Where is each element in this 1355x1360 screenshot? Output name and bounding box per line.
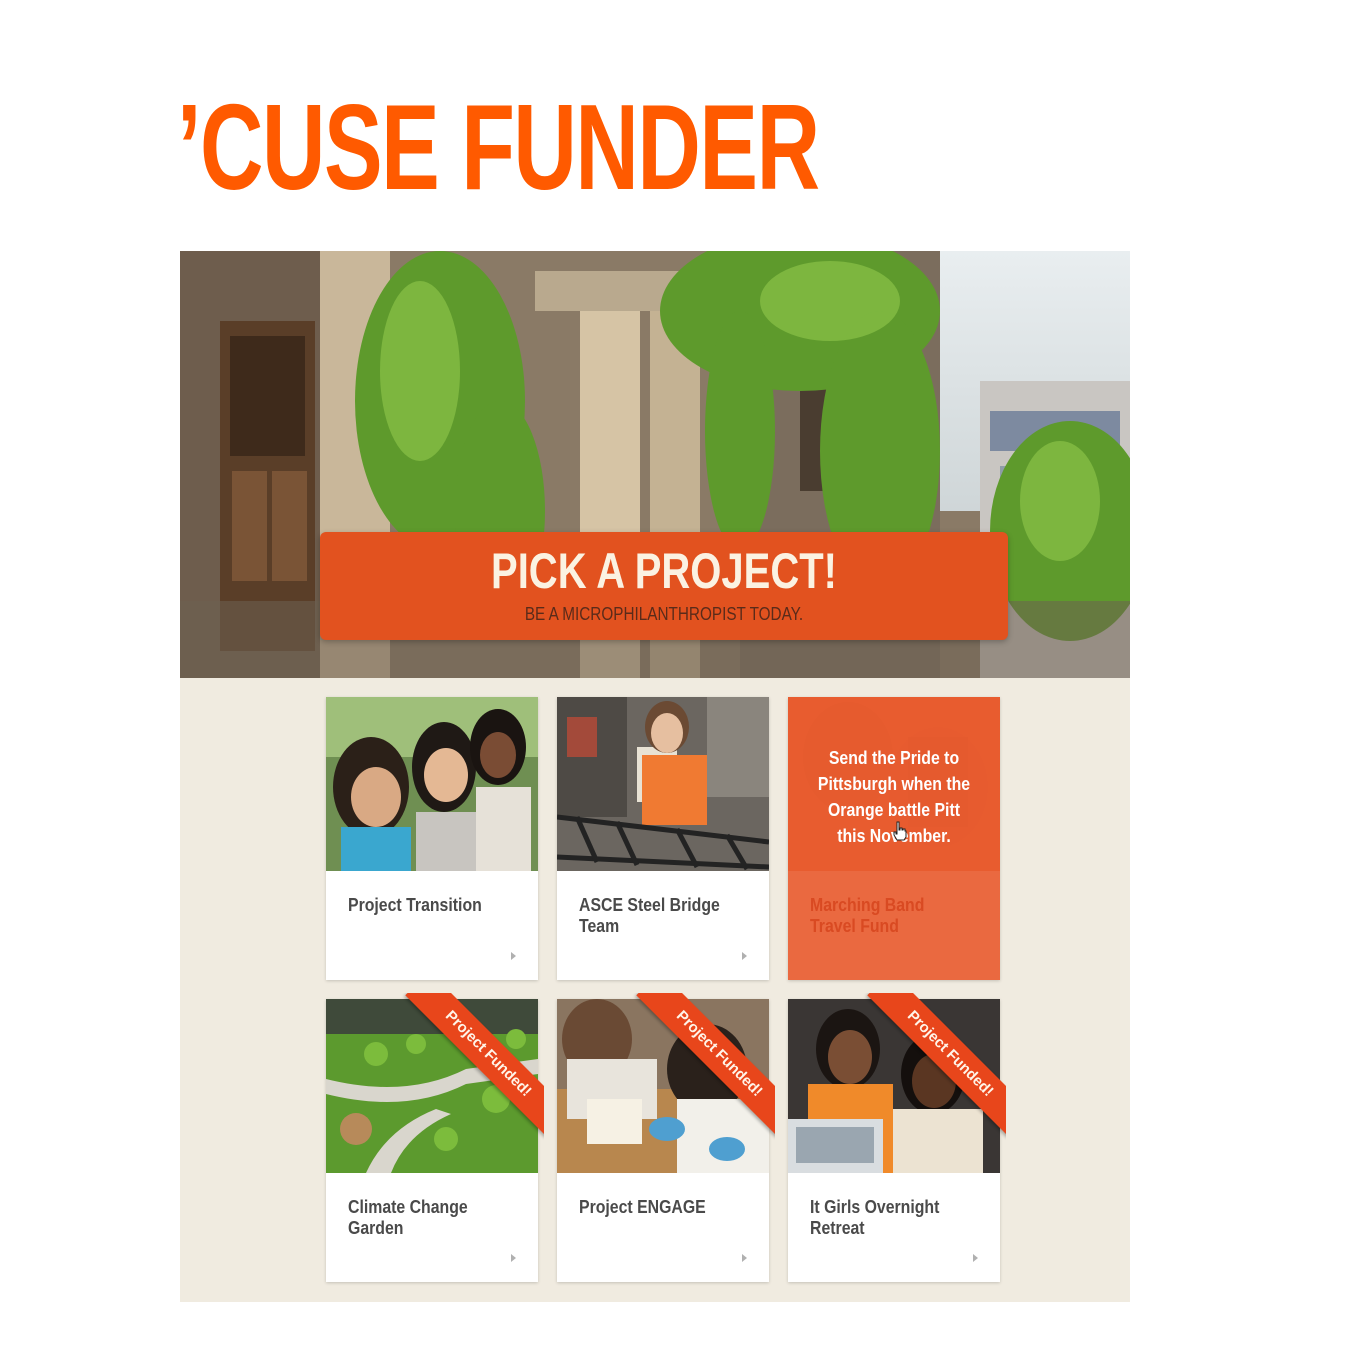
projects-section: PICK A PROJECT! BE A MICROPHILANTHROPIST… [180,251,1130,1302]
chevron-right-icon[interactable] [511,1254,516,1262]
project-card-project-engage[interactable]: Project Funded! Project ENGAGE [557,993,775,1282]
project-title: Marching Band Travel Fund [810,895,925,936]
banner-headline: PICK A PROJECT! [491,543,837,599]
campus-garden-photo [326,999,538,1173]
students-smiling-photo [326,697,538,871]
site-title: ’CUSE FUNDER [177,79,820,215]
project-title: It Girls Overnight Retreat [810,1197,940,1238]
chevron-right-icon[interactable] [973,1254,978,1262]
project-title: Project ENGAGE [579,1197,706,1217]
project-title: Climate Change Garden [348,1197,468,1238]
project-card-it-girls-retreat[interactable]: Project Funded! It Girls Overnight Retre… [788,993,1006,1282]
project-title: ASCE Steel Bridge Team [579,895,720,936]
project-hover-overlay[interactable]: Send the Pride to Pittsburgh when the Or… [788,697,1000,980]
project-card-asce-steel-bridge[interactable]: ASCE Steel Bridge Team [557,697,769,980]
pick-a-project-banner: PICK A PROJECT! BE A MICROPHILANTHROPIST… [320,532,1008,640]
project-card-marching-band[interactable]: Send the Pride to Pittsburgh when the Or… [788,697,1000,980]
banner-subheadline: BE A MICROPHILANTHROPIST TODAY. [524,604,804,624]
chevron-right-icon[interactable] [742,1254,747,1262]
computer-lab-photo [788,999,1000,1173]
hand-pointer-icon [893,821,907,846]
project-card-project-transition[interactable]: Project Transition [326,697,538,980]
project-title: Project Transition [348,895,482,915]
chevron-right-icon[interactable] [742,952,747,960]
lab-students-photo [557,999,769,1173]
steel-bridge-photo [557,697,769,871]
project-card-climate-change-garden[interactable]: Project Funded! Climate Change Garden [326,993,544,1282]
hero-image: PICK A PROJECT! BE A MICROPHILANTHROPIST… [180,251,1130,678]
chevron-right-icon[interactable] [511,952,516,960]
